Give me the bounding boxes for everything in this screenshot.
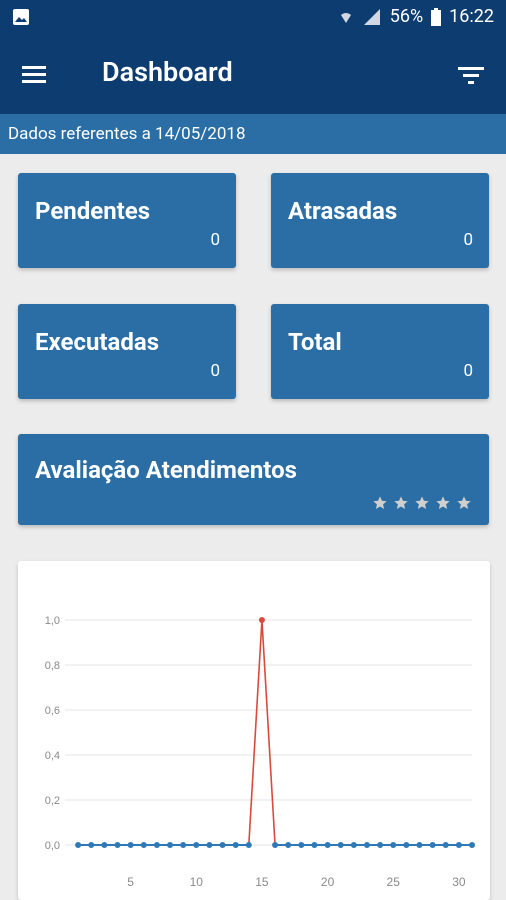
star-icon xyxy=(415,496,429,509)
data-point xyxy=(193,842,200,848)
menu-icon[interactable] xyxy=(18,58,52,92)
data-point xyxy=(180,842,187,848)
data-point xyxy=(469,842,475,848)
card-pendentes[interactable]: Pendentes 0 xyxy=(18,173,236,268)
data-point xyxy=(455,842,462,848)
clock: 16:22 xyxy=(449,6,494,27)
line-chart-card: 0,0 0,2 0,4 0,6 0,8 1,0 5 10 15 20 25 30 xyxy=(18,561,490,900)
data-point xyxy=(403,842,410,848)
series-line-segment xyxy=(261,619,276,846)
data-point xyxy=(114,842,121,848)
card-label: Atrasadas xyxy=(288,197,398,225)
y-tick-label: 0,6 xyxy=(45,705,60,717)
card-value: 0 xyxy=(210,230,220,250)
page-title: Dashboard xyxy=(102,56,233,88)
filter-icon[interactable] xyxy=(454,58,488,92)
date-text: Dados referentes a 14/05/2018 xyxy=(8,124,246,144)
data-point xyxy=(219,842,226,848)
data-point xyxy=(311,842,318,848)
data-point xyxy=(363,842,370,848)
date-subheader: Dados referentes a 14/05/2018 xyxy=(0,114,506,154)
card-total[interactable]: Total 0 xyxy=(271,304,489,399)
data-point xyxy=(429,842,436,848)
card-label: Avaliação Atendimentos xyxy=(35,456,297,484)
card-executadas[interactable]: Executadas 0 xyxy=(18,304,236,399)
card-atrasadas[interactable]: Atrasadas 0 xyxy=(271,173,489,268)
battery-icon xyxy=(431,7,442,26)
data-point xyxy=(75,842,82,848)
data-point xyxy=(206,842,213,848)
line-chart: 0,0 0,2 0,4 0,6 0,8 1,0 5 10 15 20 25 30 xyxy=(45,615,475,889)
x-tick-label: 10 xyxy=(190,875,204,889)
data-point xyxy=(232,842,239,848)
card-value: 0 xyxy=(210,361,220,381)
battery-percent: 56% xyxy=(389,6,424,27)
card-value: 0 xyxy=(463,230,473,250)
status-bar: 56% 16:22 xyxy=(0,0,506,36)
rating-stars xyxy=(372,495,472,511)
x-tick-label: 20 xyxy=(321,875,335,889)
data-point xyxy=(298,842,305,848)
y-tick-label: 0,2 xyxy=(45,795,60,807)
star-icon xyxy=(457,496,471,509)
card-label: Total xyxy=(288,328,342,356)
y-tick-label: 0,8 xyxy=(45,660,60,672)
card-label: Executadas xyxy=(35,328,160,356)
x-tick-label: 15 xyxy=(255,875,269,889)
data-point xyxy=(337,842,344,848)
data-point xyxy=(377,842,384,848)
x-tick-label: 25 xyxy=(387,875,401,889)
card-avaliacao[interactable]: Avaliação Atendimentos xyxy=(18,434,489,525)
data-point xyxy=(140,842,147,848)
data-point xyxy=(350,842,357,848)
data-point xyxy=(390,842,397,848)
card-label: Pendentes xyxy=(35,197,151,225)
data-point xyxy=(153,842,160,848)
card-value: 0 xyxy=(463,361,473,381)
data-point xyxy=(127,842,134,848)
star-icon xyxy=(373,496,387,509)
signal-icon xyxy=(363,8,380,25)
data-point xyxy=(416,842,423,848)
data-point xyxy=(324,842,331,848)
series-line-segment xyxy=(248,619,263,846)
app-bar: Dashboard xyxy=(0,36,506,114)
data-point xyxy=(88,842,95,848)
star-icon xyxy=(436,496,450,509)
data-point xyxy=(245,842,252,848)
data-point xyxy=(442,842,449,848)
wifi-icon xyxy=(340,12,351,23)
data-point xyxy=(101,842,108,848)
x-tick-label: 5 xyxy=(127,875,134,889)
data-point xyxy=(258,617,265,623)
y-tick-label: 1,0 xyxy=(45,615,60,627)
data-point xyxy=(285,842,292,848)
y-tick-label: 0,4 xyxy=(45,750,60,762)
x-tick-label: 30 xyxy=(452,875,466,889)
y-tick-label: 0,0 xyxy=(45,840,60,852)
data-point xyxy=(272,842,279,848)
image-notification-icon xyxy=(13,9,29,25)
star-icon xyxy=(394,496,408,509)
data-point xyxy=(167,842,174,848)
